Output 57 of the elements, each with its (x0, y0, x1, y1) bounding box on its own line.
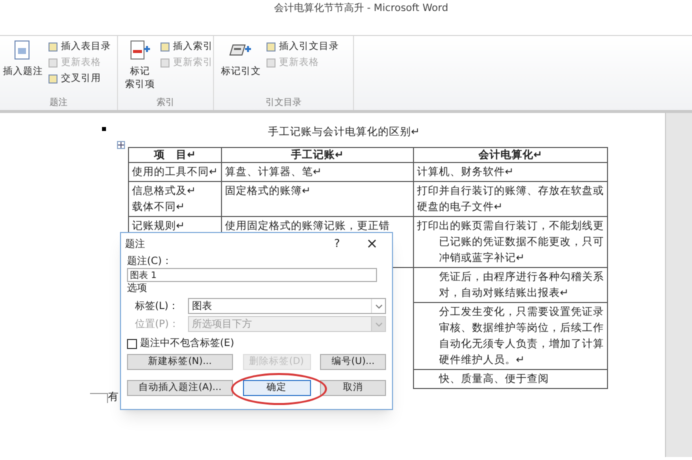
ribbon-button[interactable]: 插入题注 (2, 39, 44, 97)
ribbon-small-button[interactable]: 交叉引用 (48, 72, 111, 85)
dialog-button[interactable]: 取消 (320, 380, 386, 396)
table-cell-text: 打印并自行装订的账簿、存放在软盘或 (416, 185, 604, 197)
table-cell-text: 使用的工具不同↵ (132, 166, 218, 178)
checkbox[interactable]: 题注中不包含标签(E) (127, 336, 234, 351)
caret-icon (374, 304, 382, 308)
table-cell-text: 分工发生变化，只需要设置凭证录 (438, 306, 604, 318)
group-label: 题注 (50, 97, 68, 110)
dialog-button[interactable]: 自动插入题注(A)... (127, 380, 233, 396)
table-cell-text: 打印出的账页需自行装订，不能划线更 (416, 220, 604, 232)
group-label: 引文目录 (266, 97, 302, 110)
dialog-button[interactable]: 编号(U)... (320, 354, 386, 370)
table-cell-text: 载体不同↵ (132, 201, 185, 213)
body-text: 有 (108, 390, 119, 405)
dialog-button[interactable]: 新建标签(N)... (127, 354, 233, 370)
field-label: 题注(C)： (127, 255, 172, 268)
section-label: 选项 (127, 282, 147, 296)
table-cell-text: 硬件维护人员。↵ (438, 354, 525, 366)
ribbon-small-button[interactable]: 插入索引 (160, 40, 213, 53)
close-button[interactable]: × (352, 234, 392, 254)
table-cell-text: 已记账的凭证数据不能更改，只可 (438, 236, 604, 248)
table-cell-text: 记账规则↵ (132, 220, 185, 232)
page-corner-mark (90, 393, 108, 403)
column-header: 项 目↵ (154, 149, 196, 161)
table-cell-text: 计算机、财务软件↵ (416, 166, 514, 178)
group-label: 索引 (156, 97, 174, 110)
table-cell-text: 信息格式及↵ (132, 185, 196, 197)
ribbon-button[interactable]: 标记引文 (220, 39, 262, 97)
table-cell-text: 对，自动对账结账出报表↵ (438, 287, 569, 299)
field-label: 标签(L)： (135, 300, 180, 314)
field-label: 位置(P)： (135, 318, 180, 332)
ribbon-small-button[interactable]: 插入引文目录 (266, 40, 339, 53)
table-cell-text: 快、质量高、便于查阅 (438, 373, 549, 385)
table-cell-text: 审核、数据维护等岗位，后续工作 (438, 322, 604, 334)
table-cell-text: 使用固定格式的账簿记账，更正错 (224, 220, 390, 232)
caret-icon (374, 322, 382, 326)
table-move-handle[interactable] (117, 141, 125, 149)
help-button[interactable]: ? (322, 236, 352, 252)
dropdown-field[interactable]: 图表 (188, 298, 386, 314)
table-title: 手工记账与会计电算化的区别↵ (268, 125, 420, 139)
table-cell-text: 凭证后，由程序进行各种勾稽关系 (438, 271, 604, 283)
ribbon-button[interactable]: 标记 索引项 (124, 39, 156, 97)
table-cell-text: 冲销或蓝字补记↵ (438, 252, 525, 264)
dialog-button[interactable]: 确定 (242, 380, 310, 396)
table-cell-text: 硬盘的电子文件↵ (416, 201, 503, 213)
caption-input[interactable]: 图表 1 (127, 268, 377, 282)
window-title: 会计电算化节节高升 - Microsoft Word (274, 2, 448, 16)
column-header: 会计电算化↵ (478, 149, 542, 161)
table-cell-text: 固定格式的账簿↵ (224, 185, 311, 197)
document-plus-icon (128, 39, 152, 61)
table-cell-text: 自动化无须专人负责，增加了计算 (438, 338, 604, 350)
dialog-title: 题注 (125, 238, 146, 252)
bullet-mark (102, 127, 106, 131)
table-cell-text: 算盘、计算器、笔↵ (224, 166, 322, 178)
column-header: 手工记账↵ (290, 149, 344, 161)
ribbon-small-button[interactable]: 插入表目录 (48, 40, 111, 53)
